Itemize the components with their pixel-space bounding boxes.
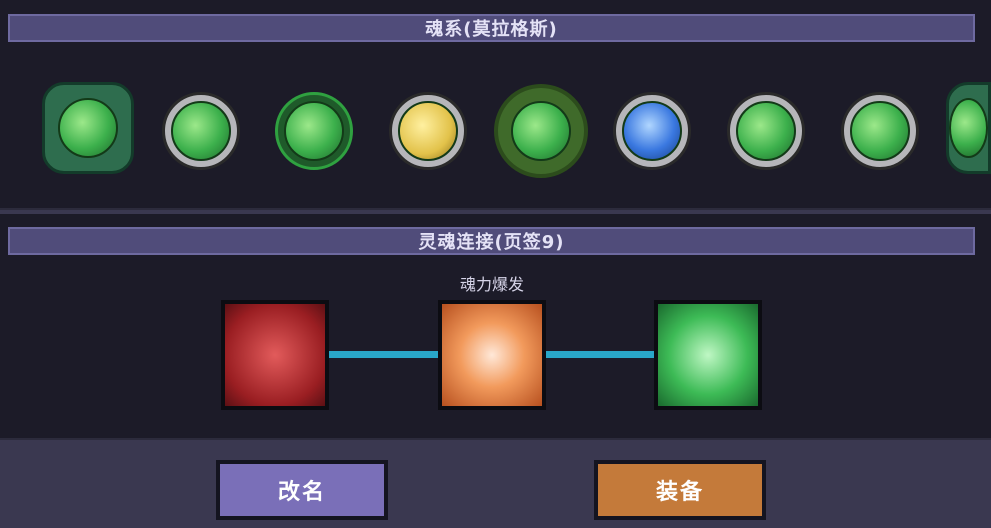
golden-claw-soul-icon[interactable]: [389, 92, 467, 170]
golden-shield-skill-icon[interactable]: [438, 300, 546, 410]
creature-icon: [284, 101, 344, 161]
cyan-orb-soul-icon[interactable]: [494, 84, 588, 178]
link-connector-2: [546, 351, 654, 358]
stopwatch-skill-icon[interactable]: [654, 300, 762, 410]
rename-button[interactable]: 改名: [216, 460, 388, 520]
crossed-blade-soul-icon[interactable]: [727, 92, 805, 170]
claw-icon: [398, 101, 458, 161]
green-rune-soul-icon[interactable]: [841, 92, 919, 170]
soul-link-title: 灵魂连接(页签9): [8, 227, 975, 255]
purple-sword-soul-icon[interactable]: [613, 92, 691, 170]
crossed-blade-icon: [736, 101, 796, 161]
crystal-fan-icon: [171, 101, 231, 161]
purple-sword-icon: [622, 101, 682, 161]
red-sword-skill-icon[interactable]: [221, 300, 329, 410]
partial-icon: [949, 98, 988, 158]
soul-series-panel: 魂系(莫拉格斯): [0, 0, 991, 210]
crystal-fan-soul-icon[interactable]: [162, 92, 240, 170]
equip-button[interactable]: 装备: [594, 460, 766, 520]
rune-icon: [850, 101, 910, 161]
link-connector-1: [329, 351, 438, 358]
skill-node-label: 魂力爆发: [459, 275, 524, 294]
green-creature-soul-icon[interactable]: [275, 92, 353, 170]
soul-series-title: 魂系(莫拉格斯): [8, 14, 975, 42]
sword-icon: [58, 98, 118, 158]
orb-icon: [511, 101, 571, 161]
ornate-sword-soul-icon[interactable]: [42, 82, 134, 174]
ornate-partial-soul-icon[interactable]: [946, 82, 991, 174]
